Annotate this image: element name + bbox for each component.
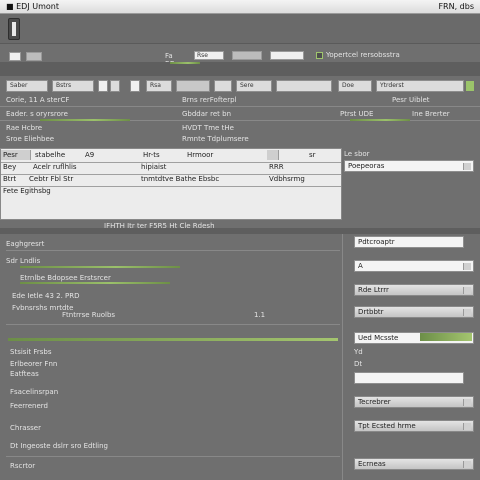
option-checkbox[interactable] xyxy=(316,52,323,59)
app-logo-icon[interactable] xyxy=(8,18,20,40)
settings-left-3: Etrnlbe Bdopsee Erstsrcer xyxy=(20,274,111,282)
form-left-row-2: Eader. s oryrsrore xyxy=(6,110,68,118)
form-header-cell-4[interactable] xyxy=(130,80,140,92)
title-bar: ■ EDJ Umont FRN, dbs xyxy=(0,0,480,14)
table-row-3-col-1[interactable]: Fete Egithsbg xyxy=(3,187,51,195)
form-header-cell-5[interactable]: Rsa xyxy=(146,80,172,92)
form-progress-line xyxy=(40,119,130,121)
panel-divider xyxy=(342,234,343,480)
settings-left-4: Ede Ietle 43 2. PRD xyxy=(12,292,80,300)
settings-field-3-fill xyxy=(420,333,472,341)
data-table: Pesr stabelhe A9 Hr-ts Hrmoor sr Bey Ace… xyxy=(0,148,342,220)
table-row-1-col-3[interactable]: hipiaist xyxy=(141,163,166,171)
table-row-1-col-4[interactable]: RRR xyxy=(269,163,284,171)
form-divider-1 xyxy=(0,106,480,107)
form-header-cell-9[interactable] xyxy=(276,80,332,92)
settings-label-1: Yd xyxy=(354,348,363,356)
table-row-2-col-1[interactable]: Btrt xyxy=(3,175,16,183)
form-header-right-1[interactable]: Doe xyxy=(338,80,372,92)
settings-left-12: Dt Ingeoste dslrr sro Edtling xyxy=(10,442,108,450)
settings-field-1[interactable]: Pdtcroaptr xyxy=(354,236,464,248)
checkbox-label: Yopertcel rersobsstra xyxy=(326,51,400,59)
form-right-row-2: Ptrst UDE xyxy=(340,110,374,118)
table-row-2-col-4[interactable]: Vdbhsrmg xyxy=(269,175,305,183)
table-row-2-col-2[interactable]: Cebtr Fbl Str xyxy=(29,175,73,183)
small-field-2[interactable] xyxy=(26,52,42,61)
settings-left-2: Sdr Lndlis xyxy=(6,257,41,265)
table-header-btn[interactable] xyxy=(267,150,279,160)
settings-left-11: Chrasser xyxy=(10,424,41,432)
form-header-cell-8[interactable]: Sere xyxy=(236,80,272,92)
form-header-cell-1[interactable]: Saber xyxy=(6,80,48,92)
table-header-7[interactable]: sr xyxy=(309,151,316,159)
table-row-1-col-1[interactable]: Bey xyxy=(3,163,16,171)
settings-label-2: Dt xyxy=(354,360,363,368)
small-field-1[interactable] xyxy=(9,52,21,61)
settings-slider-2[interactable] xyxy=(20,282,170,284)
table-side-label: Le sbor xyxy=(344,150,370,158)
text-t1: Eatfteas xyxy=(10,370,39,378)
form-mid-row-3: HVDT Tme tHe xyxy=(182,124,234,132)
settings-button-3[interactable]: Tecrebrer xyxy=(354,396,474,408)
table-header-4[interactable]: Hr-ts xyxy=(143,151,160,159)
settings-left-1: Eaghgresrt xyxy=(6,240,45,248)
window-right-title: FRN, dbs xyxy=(438,2,474,11)
form-header-right-2[interactable]: Ytrderst xyxy=(376,80,464,92)
window-title: ■ EDJ Umont xyxy=(6,2,59,11)
table-row-2-col-3[interactable]: tnmtdtve Bathe Ebsbc xyxy=(141,175,219,183)
form-left-row-3: Rae Hcbre xyxy=(6,124,43,132)
settings-button-5[interactable]: Ecrneas xyxy=(354,458,474,470)
table-row-1-col-2[interactable]: Acelr ruflhlis xyxy=(33,163,77,171)
form-header-cell-3[interactable] xyxy=(98,80,108,92)
form-header-cell-6[interactable] xyxy=(176,80,210,92)
green-corner-icon xyxy=(466,81,474,91)
text-t2: Rscrtor xyxy=(10,462,36,470)
settings-slider-1[interactable] xyxy=(20,266,180,268)
settings-left-6: Ftntrrse Ruolbs xyxy=(62,311,116,319)
toolbar: Fa RB Rse Yopertcel rersobsstra xyxy=(0,14,480,68)
separator-strip xyxy=(0,62,480,76)
settings-field-4[interactable] xyxy=(354,372,464,384)
table-header-2[interactable]: stabelhe xyxy=(35,151,65,159)
settings-left-7: Stsisit Frsbs xyxy=(10,348,52,356)
tab-d[interactable] xyxy=(270,51,304,60)
settings-button-4[interactable]: Tpt Ecsted hrme xyxy=(354,420,474,432)
settings-left-9: Fsacelinsrpan xyxy=(10,388,59,396)
settings-dropdown-1[interactable]: A xyxy=(354,260,474,272)
settings-button-2[interactable]: Drtbbtr xyxy=(354,306,474,318)
form-mid-row-4: Rmnte Tdplumsere xyxy=(182,135,249,143)
tab-c[interactable] xyxy=(232,51,262,60)
form-header-cell-2[interactable]: Bstrs xyxy=(52,80,94,92)
settings-progress-bar[interactable] xyxy=(8,338,338,341)
table-header-1[interactable]: Pesr xyxy=(3,151,18,159)
form-mid-row-1: Brns rerFofterpl xyxy=(182,96,237,104)
tab-b[interactable]: Rse xyxy=(194,51,224,60)
small-number: 1.1 xyxy=(254,311,266,319)
table-header-3[interactable]: A9 xyxy=(85,151,94,159)
form-left-row-1: Corie, 11 A sterCF xyxy=(6,96,70,104)
form-mid-row-2: Gbddar ret bn xyxy=(182,110,232,118)
form-right-row-3: Ine Brerter xyxy=(412,110,450,118)
form-progress-line-right xyxy=(350,119,410,121)
form-left-row-4: Sroe Eliehbee xyxy=(6,135,55,143)
table-header-5[interactable]: Hrmoor xyxy=(187,151,213,159)
settings-left-10: Feerrenerd xyxy=(10,402,48,410)
lower-separator xyxy=(0,228,480,234)
settings-button-1[interactable]: Rde Ltrrr xyxy=(354,284,474,296)
table-side-field[interactable]: Poepeoras xyxy=(344,160,474,172)
form-header-arrow[interactable] xyxy=(110,80,120,92)
form-right-row-1: Pesr Uiblet xyxy=(392,96,430,104)
green-indicator xyxy=(170,62,200,64)
settings-left-8: Erlbeorer Fnn xyxy=(10,360,58,368)
form-header-cell-7[interactable] xyxy=(214,80,232,92)
